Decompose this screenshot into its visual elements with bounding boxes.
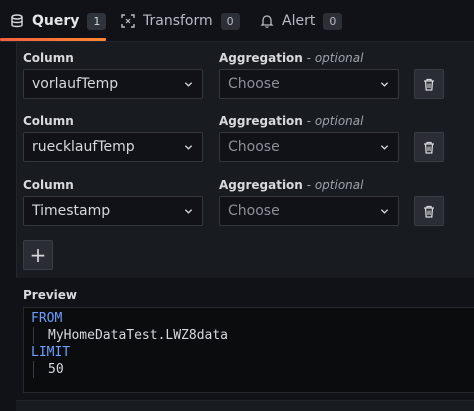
- chevron-down-icon: [184, 145, 193, 150]
- tab-query-count: 1: [87, 12, 107, 30]
- sql-limit-value: 50: [48, 362, 64, 377]
- column-select-1-value: vorlaufTemp: [32, 76, 119, 92]
- column-select-2-value: ruecklaufTemp: [32, 139, 135, 155]
- tab-transform-count: 0: [220, 12, 240, 30]
- database-icon: [11, 14, 23, 28]
- chevron-down-icon: [380, 209, 389, 214]
- sql-keyword-from: FROM: [31, 311, 63, 326]
- aggregation-select-3[interactable]: Choose: [219, 196, 399, 226]
- column-select-3-value: Timestamp: [32, 203, 111, 219]
- active-tab-indicator: [0, 38, 106, 41]
- aggregation-select-2-value: Choose: [228, 139, 280, 155]
- chevron-down-icon: [380, 82, 389, 87]
- sql-keyword-limit: LIMIT: [31, 345, 71, 360]
- aggregation-select-1-value: Choose: [228, 76, 280, 92]
- aggregation-select-3-value: Choose: [228, 203, 280, 219]
- panel-footer: [16, 400, 474, 411]
- column-label-1: Column: [23, 51, 74, 65]
- aggregation-select-2[interactable]: Choose: [219, 132, 399, 162]
- chevron-down-icon: [184, 209, 193, 214]
- plus-icon: +: [29, 243, 47, 267]
- tab-alert-label: Alert: [282, 13, 316, 29]
- delete-row-button-2[interactable]: [414, 132, 444, 162]
- delete-row-button-1[interactable]: [414, 69, 444, 99]
- column-label-3: Column: [23, 178, 74, 192]
- aggregation-label-2: Aggregation - optional: [219, 114, 364, 128]
- add-row-button[interactable]: +: [23, 240, 53, 270]
- tab-query-label: Query: [32, 13, 80, 29]
- trash-icon: [424, 141, 434, 154]
- tab-alert-count: 0: [323, 12, 343, 30]
- aggregation-label-3: Aggregation - optional: [219, 178, 364, 192]
- tab-transform-label: Transform: [143, 13, 213, 29]
- chevron-down-icon: [184, 82, 193, 87]
- trash-icon: [424, 78, 434, 91]
- tab-transform[interactable]: Transform 0: [121, 0, 240, 42]
- preview-label: Preview: [23, 288, 78, 302]
- delete-row-button-3[interactable]: [414, 196, 444, 226]
- column-label-2: Column: [23, 114, 74, 128]
- aggregation-label-1: Aggregation - optional: [219, 51, 364, 65]
- query-tabs: Query 1 Transform 0 Alert 0: [0, 0, 474, 42]
- tab-query[interactable]: Query 1: [10, 0, 107, 42]
- tab-alert[interactable]: Alert 0: [260, 0, 343, 42]
- aggregation-select-1[interactable]: Choose: [219, 69, 399, 99]
- sql-table-name: MyHomeDataTest.LWZ8data: [48, 328, 229, 343]
- transform-icon: [121, 14, 135, 28]
- column-select-2[interactable]: ruecklaufTemp: [23, 132, 203, 162]
- column-select-1[interactable]: vorlaufTemp: [23, 69, 203, 99]
- column-select-3[interactable]: Timestamp: [23, 196, 203, 226]
- trash-icon: [424, 205, 434, 218]
- sql-preview: FROM MyHomeDataTest.LWZ8data LIMIT 50: [23, 307, 474, 393]
- chevron-down-icon: [380, 145, 389, 150]
- bell-icon: [260, 15, 274, 28]
